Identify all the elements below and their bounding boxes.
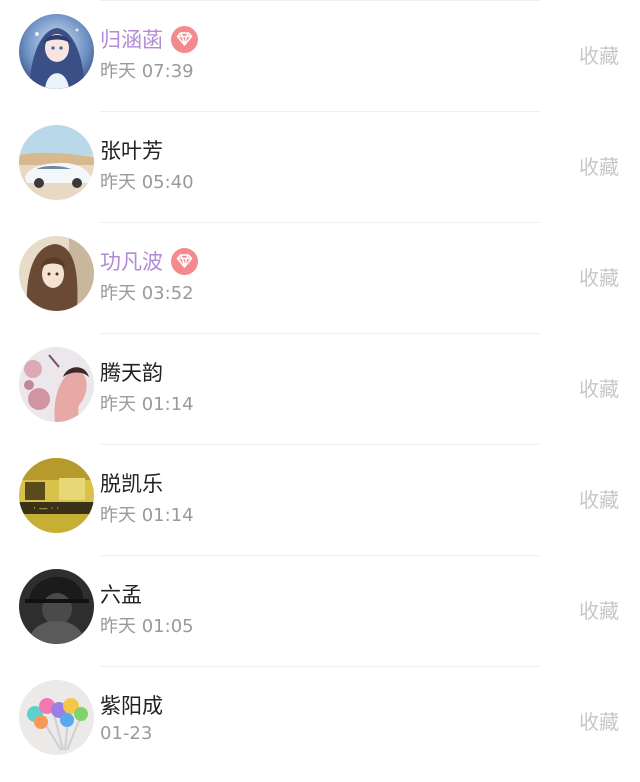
list-item[interactable]: 归涵菡 昨天 07:39 收藏 [0, 0, 640, 111]
divider [100, 222, 540, 223]
contact-name[interactable]: 功凡波 [100, 246, 163, 276]
divider [100, 555, 540, 556]
svg-text:· — · ·: · — · · [33, 504, 59, 514]
contact-name[interactable]: 紫阳成 [100, 690, 163, 720]
avatar[interactable] [19, 347, 94, 422]
favorite-button[interactable]: 收藏 [579, 595, 619, 624]
contact-name[interactable]: 六孟 [100, 579, 142, 609]
divider [100, 111, 540, 112]
divider [100, 0, 540, 1]
diamond-icon [171, 25, 198, 53]
contact-name[interactable]: 脱凯乐 [100, 468, 163, 498]
avatar[interactable] [19, 569, 94, 644]
timestamp: 昨天 01:05 [100, 616, 194, 637]
list-item[interactable]: 腾天韵 昨天 01:14 收藏 [0, 333, 640, 444]
favorite-button[interactable]: 收藏 [579, 262, 619, 291]
contact-name[interactable]: 张叶芳 [100, 135, 163, 165]
name-line: 脱凯乐 [100, 468, 163, 498]
avatar[interactable] [19, 14, 94, 89]
timestamp: 昨天 01:14 [100, 505, 194, 526]
avatar[interactable] [19, 680, 94, 755]
name-line: 六孟 [100, 579, 142, 609]
name-line: 紫阳成 [100, 690, 163, 720]
list-item[interactable]: 张叶芳 昨天 05:40 收藏 [0, 111, 640, 222]
list-item[interactable]: 六孟 昨天 01:05 收藏 [0, 555, 640, 666]
divider [100, 444, 540, 445]
timestamp: 昨天 07:39 [100, 61, 194, 82]
name-line: 归涵菡 [100, 24, 198, 54]
name-line: 功凡波 [100, 246, 198, 276]
timestamp: 昨天 05:40 [100, 172, 194, 193]
divider [100, 666, 540, 667]
diamond-icon [171, 247, 198, 275]
favorite-button[interactable]: 收藏 [579, 40, 619, 69]
list-item[interactable]: 功凡波 昨天 03:52 收藏 [0, 222, 640, 333]
favorite-button[interactable]: 收藏 [579, 484, 619, 513]
avatar[interactable]: · — · · [19, 458, 94, 533]
timestamp: 昨天 01:14 [100, 394, 194, 415]
favorite-button[interactable]: 收藏 [579, 151, 619, 180]
favorite-button[interactable]: 收藏 [579, 706, 619, 735]
contact-name[interactable]: 腾天韵 [100, 357, 163, 387]
list-item[interactable]: · — · · 脱凯乐 昨天 01:14 收藏 [0, 444, 640, 555]
avatar[interactable] [19, 236, 94, 311]
avatar[interactable] [19, 125, 94, 200]
list-item[interactable]: 紫阳成 01-23 收藏 [0, 666, 640, 777]
name-line: 腾天韵 [100, 357, 163, 387]
name-line: 张叶芳 [100, 135, 163, 165]
timestamp: 01-23 [100, 723, 153, 744]
contact-name[interactable]: 归涵菡 [100, 24, 163, 54]
favorite-button[interactable]: 收藏 [579, 373, 619, 402]
conversation-list: 归涵菡 昨天 07:39 收藏 张叶芳 昨天 05:40 收藏 功凡波 昨天 0… [0, 0, 640, 782]
divider [100, 333, 540, 334]
timestamp: 昨天 03:52 [100, 283, 194, 304]
